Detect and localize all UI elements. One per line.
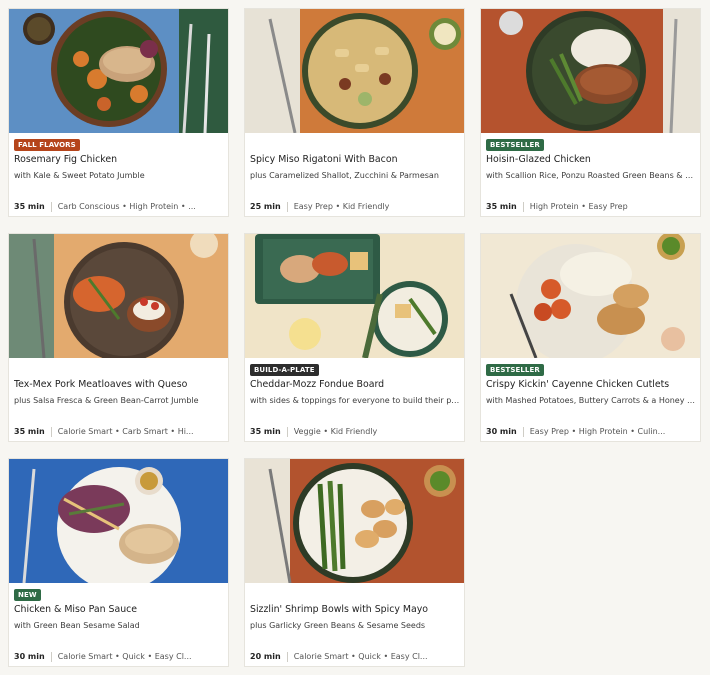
recipe-card-spicy-miso-rigatoni[interactable]: Spicy Miso Rigatoni With Bacon plus Cara…	[244, 8, 465, 217]
recipe-meta: 25 min Easy Prep • Kid Friendly	[250, 201, 461, 213]
meta-divider	[50, 427, 52, 437]
meta-divider	[286, 652, 288, 662]
recipe-title[interactable]: Tex-Mex Pork Meatloaves with Queso	[14, 379, 225, 391]
recipe-photo[interactable]	[9, 234, 228, 358]
recipe-card-sizzlin-shrimp-bowls[interactable]: Sizzlin' Shrimp Bowls with Spicy Mayo pl…	[244, 458, 465, 667]
badge-bestseller: BESTSELLER	[486, 139, 544, 151]
recipe-title[interactable]: Spicy Miso Rigatoni With Bacon	[250, 154, 461, 166]
recipe-subtitle: with Green Bean Sesame Salad	[14, 621, 140, 630]
meta-divider	[522, 202, 524, 212]
recipe-photo[interactable]	[245, 9, 464, 133]
meta-divider	[286, 202, 288, 212]
recipe-meta: 35 min Carb Conscious • High Protein • .…	[14, 201, 225, 213]
recipe-grid: FALL FLAVORS Rosemary Fig Chicken with K…	[0, 0, 710, 675]
recipe-title[interactable]: Sizzlin' Shrimp Bowls with Spicy Mayo	[250, 604, 461, 616]
recipe-meta: 30 min Easy Prep • High Protein • Culin.…	[486, 426, 697, 438]
recipe-subtitle: plus Salsa Fresca & Green Bean-Carrot Ju…	[14, 396, 199, 405]
recipe-title[interactable]: Crispy Kickin' Cayenne Chicken Cutlets	[486, 379, 697, 391]
recipe-meta: 20 min Calorie Smart • Quick • Easy Cl..…	[250, 651, 461, 663]
recipe-photo[interactable]	[245, 234, 464, 358]
recipe-subtitle: with sides & toppings for everyone to bu…	[250, 396, 461, 405]
recipe-subtitle: with Mashed Potatoes, Buttery Carrots & …	[486, 396, 697, 405]
recipe-title[interactable]: Cheddar-Mozz Fondue Board	[250, 379, 461, 391]
recipe-card-hoisin-glazed-chicken[interactable]: BESTSELLER Hoisin-Glazed Chicken with Sc…	[480, 8, 701, 217]
cook-time: 30 min	[486, 427, 517, 436]
badge-new: NEW	[14, 589, 41, 601]
recipe-photo[interactable]	[481, 234, 700, 358]
recipe-title[interactable]: Rosemary Fig Chicken	[14, 154, 225, 166]
cook-time: 25 min	[250, 202, 281, 211]
recipe-meta: 35 min High Protein • Easy Prep	[486, 201, 697, 213]
recipe-photo[interactable]	[245, 459, 464, 583]
recipe-photo[interactable]	[9, 459, 228, 583]
recipe-card-rosemary-fig-chicken[interactable]: FALL FLAVORS Rosemary Fig Chicken with K…	[8, 8, 229, 217]
recipe-tags: Calorie Smart • Carb Smart • Hi...	[57, 427, 194, 436]
cook-time: 35 min	[486, 202, 517, 211]
recipe-meta: 35 min Calorie Smart • Carb Smart • Hi..…	[14, 426, 225, 438]
recipe-meta: 30 min Calorie Smart • Quick • Easy Cl..…	[14, 651, 225, 663]
recipe-subtitle: with Kale & Sweet Potato Jumble	[14, 171, 145, 180]
recipe-card-crispy-cayenne-chicken-cutlets[interactable]: BESTSELLER Crispy Kickin' Cayenne Chicke…	[480, 233, 701, 442]
cook-time: 35 min	[250, 427, 281, 436]
recipe-subtitle: with Scallion Rice, Ponzu Roasted Green …	[486, 171, 697, 180]
recipe-tags: Calorie Smart • Quick • Easy Cl...	[57, 652, 192, 661]
recipe-subtitle: plus Garlicky Green Beans & Sesame Seeds	[250, 621, 426, 630]
recipe-tags: Easy Prep • Kid Friendly	[293, 202, 390, 211]
cook-time: 30 min	[14, 652, 45, 661]
recipe-meta: 35 min Veggie • Kid Friendly	[250, 426, 461, 438]
recipe-tags: Veggie • Kid Friendly	[293, 427, 378, 436]
recipe-title[interactable]: Hoisin-Glazed Chicken	[486, 154, 697, 166]
recipe-photo[interactable]	[9, 9, 228, 133]
cook-time: 35 min	[14, 202, 45, 211]
recipe-card-tex-mex-pork-meatloaves[interactable]: Tex-Mex Pork Meatloaves with Queso plus …	[8, 233, 229, 442]
recipe-title[interactable]: Chicken & Miso Pan Sauce	[14, 604, 225, 616]
meta-divider	[522, 427, 524, 437]
badge-build-a-plate: BUILD-A-PLATE	[250, 364, 319, 376]
meta-divider	[286, 427, 288, 437]
recipe-card-cheddar-mozz-fondue-board[interactable]: BUILD-A-PLATE Cheddar-Mozz Fondue Board …	[244, 233, 465, 442]
recipe-card-chicken-miso-pan-sauce[interactable]: NEW Chicken & Miso Pan Sauce with Green …	[8, 458, 229, 667]
meta-divider	[50, 202, 52, 212]
badge-bestseller: BESTSELLER	[486, 364, 544, 376]
meta-divider	[50, 652, 52, 662]
recipe-subtitle: plus Caramelized Shallot, Zucchini & Par…	[250, 171, 439, 180]
recipe-photo[interactable]	[481, 9, 700, 133]
recipe-tags: Calorie Smart • Quick • Easy Cl...	[293, 652, 428, 661]
recipe-tags: Carb Conscious • High Protein • ...	[57, 202, 196, 211]
cook-time: 20 min	[250, 652, 281, 661]
recipe-tags: Easy Prep • High Protein • Culin...	[529, 427, 666, 436]
recipe-tags: High Protein • Easy Prep	[529, 202, 628, 211]
badge-fall-flavors: FALL FLAVORS	[14, 139, 80, 151]
cook-time: 35 min	[14, 427, 45, 436]
